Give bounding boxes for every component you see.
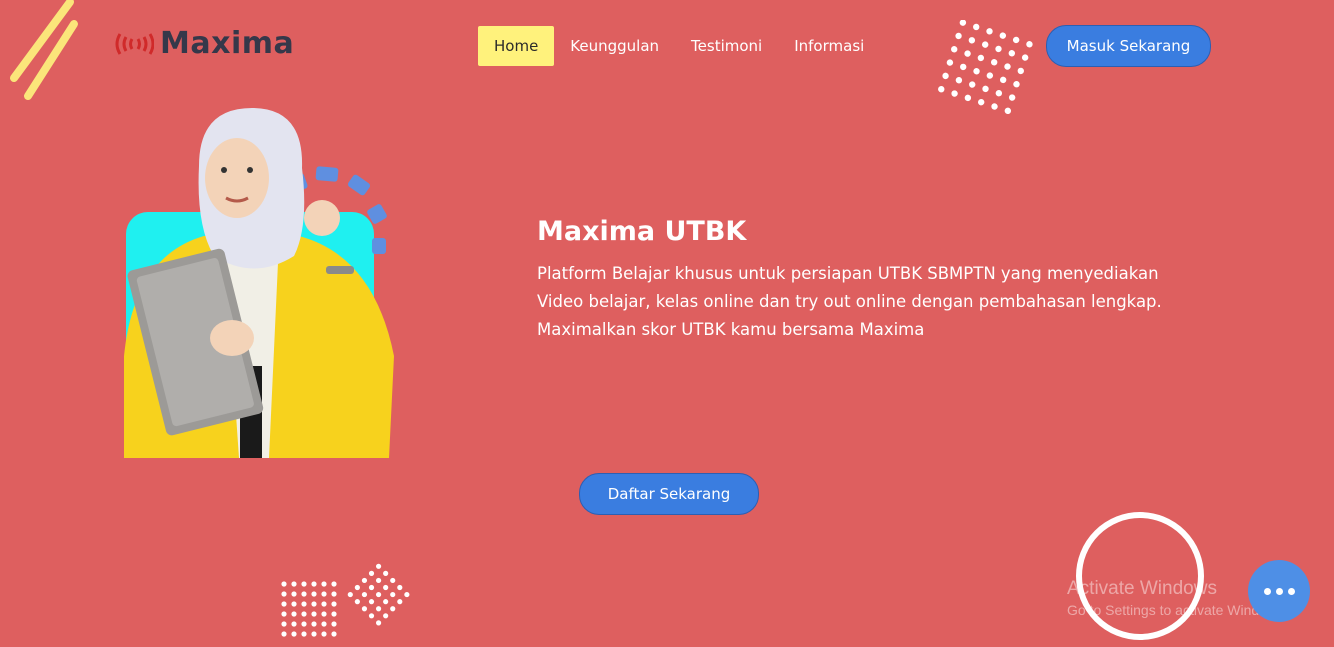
yellow-stripes-decoration <box>10 0 78 100</box>
hero-description: Platform Belajar khusus untuk persiapan … <box>537 264 1162 339</box>
sound-wave-icon <box>115 32 154 55</box>
hero-title: Maxima UTBK <box>537 216 747 247</box>
register-button[interactable]: Daftar Sekarang <box>579 473 759 515</box>
nav-item-keunggulan[interactable]: Keunggulan <box>554 26 675 66</box>
dot-grid-decoration-top <box>937 20 1033 115</box>
login-button[interactable]: Masuk Sekarang <box>1046 25 1211 67</box>
nav-item-informasi[interactable]: Informasi <box>778 26 880 66</box>
ring-decoration <box>1076 512 1204 640</box>
nav-item-testimoni[interactable]: Testimoni <box>675 26 778 66</box>
brand-logo[interactable]: Maxima <box>112 26 294 61</box>
student-illustration <box>124 108 394 458</box>
chat-button[interactable] <box>1248 560 1310 622</box>
dot-grid-decoration-bottom <box>281 563 410 637</box>
nav-item-home[interactable]: Home <box>478 26 555 66</box>
brand-name: Maxima <box>160 26 295 61</box>
main-nav: Home Keunggulan Testimoni Informasi <box>478 26 880 66</box>
more-dots-icon <box>1263 587 1295 595</box>
